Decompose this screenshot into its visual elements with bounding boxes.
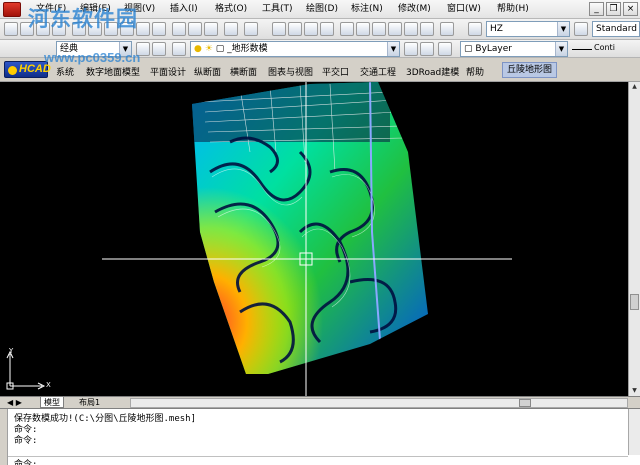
tab-nav-arrows[interactable]: ◀ ▶	[4, 397, 25, 408]
dim-style-value: Standard	[596, 24, 637, 34]
copy-clip-icon[interactable]	[188, 22, 202, 36]
layer-on-icon: ●	[194, 44, 202, 54]
pan-icon[interactable]	[272, 22, 286, 36]
vertical-scrollbar[interactable]: ▲ ▼	[628, 82, 640, 396]
menu-draw[interactable]: 绘图(D)	[306, 3, 338, 16]
calculator-icon[interactable]	[420, 22, 434, 36]
menu-tools[interactable]: 工具(T)	[262, 3, 293, 16]
drawing-tab-hilly-terrain[interactable]: 丘陵地形图	[502, 62, 558, 78]
layout-tabs: ◀ ▶ 模型 布局1	[0, 396, 640, 408]
redo-icon[interactable]	[244, 22, 258, 36]
linetype-value[interactable]: Conti	[594, 43, 615, 52]
close-icon[interactable]: ×	[623, 2, 638, 16]
hcad-menu-system[interactable]: 系统	[56, 65, 74, 78]
tool-palette-icon[interactable]	[372, 22, 386, 36]
scroll-up-icon[interactable]: ▲	[630, 82, 639, 92]
terrain-model-drawing	[6, 82, 512, 396]
command-window: 保存数模成功!(C:\分图\丘陵地形图.mesh] 命令: 命令: 命令:	[0, 408, 640, 465]
hcad-menu-intersection[interactable]: 平交口	[322, 65, 349, 78]
dim-style-combo[interactable]: Standard	[592, 21, 640, 37]
hcad-menu-3droad[interactable]: 3DRoad建模	[406, 65, 459, 78]
hcad-menu-dtm[interactable]: 数字地面模型	[86, 65, 140, 78]
color-swatch: ▢	[464, 44, 473, 54]
ucs-icon	[6, 350, 46, 390]
layer-freeze-icon: ☀	[204, 44, 213, 54]
make-current-icon[interactable]	[404, 42, 418, 56]
menu-window[interactable]: 窗口(W)	[447, 3, 481, 16]
hcad-menu-cross-section[interactable]: 横断面	[230, 65, 257, 78]
match-icon[interactable]	[172, 22, 186, 36]
command-scrollbar[interactable]	[628, 409, 640, 455]
command-grip[interactable]	[0, 409, 8, 465]
block-icon[interactable]	[136, 22, 150, 36]
properties-icon[interactable]	[340, 22, 354, 36]
color-value: ByLayer	[475, 44, 512, 54]
text-style-combo[interactable]: HZ ▼	[486, 21, 570, 37]
zoom-previous-icon[interactable]	[320, 22, 334, 36]
scroll-thumb[interactable]	[630, 294, 639, 310]
layer-states-icon[interactable]	[438, 42, 452, 56]
hcad-menu-help[interactable]: 帮助	[466, 65, 484, 78]
command-history-line: 命令:	[14, 436, 38, 446]
new-file-icon[interactable]	[4, 22, 18, 36]
tab-model[interactable]: 模型	[40, 397, 64, 408]
command-prompt: 命令:	[14, 460, 38, 465]
menu-help[interactable]: 帮助(H)	[497, 3, 529, 16]
restore-icon[interactable]: ❐	[606, 2, 621, 16]
tab-layout1[interactable]: 布局1	[76, 397, 103, 408]
dim-style-icon	[574, 22, 588, 36]
chevron-down-icon[interactable]: ▼	[557, 22, 569, 36]
text-style-value: HZ	[490, 24, 503, 34]
layer-manager-icon[interactable]	[172, 42, 186, 56]
hcad-menu-charts[interactable]: 图表与视图	[268, 65, 313, 78]
hcad-menu-plan[interactable]: 平面设计	[150, 65, 186, 78]
hatch-icon[interactable]	[152, 22, 166, 36]
layer-lock-icon: ▢	[215, 44, 225, 54]
command-history-line: 保存数模成功!(C:\分图\丘陵地形图.mesh]	[14, 414, 197, 424]
minimize-icon[interactable]: _	[589, 2, 604, 16]
layer-name: _地形数模	[227, 44, 268, 54]
layer-combo[interactable]: ● ☀ ▢ _地形数模 ▼	[190, 41, 400, 57]
hcad-logo: HCAD	[4, 61, 51, 78]
window-controls: _ ❐ ×	[589, 2, 638, 17]
ucs-x-label: X	[46, 381, 51, 389]
markup-icon[interactable]	[404, 22, 418, 36]
ucs-y-label: Y	[9, 347, 14, 355]
linetype-preview	[572, 49, 592, 50]
color-combo[interactable]: ▢ ByLayer ▼	[460, 41, 568, 57]
undo-icon[interactable]	[224, 22, 238, 36]
design-center-icon[interactable]	[356, 22, 370, 36]
globe-icon	[8, 66, 17, 75]
chevron-down-icon[interactable]: ▼	[387, 42, 399, 56]
h-scroll-thumb[interactable]	[519, 399, 531, 407]
paste-clip-icon[interactable]	[204, 22, 218, 36]
help-icon[interactable]	[440, 22, 454, 36]
command-input[interactable]: 命令:	[8, 456, 628, 465]
text-style-icon	[468, 22, 482, 36]
watermark: 河东软件园	[28, 8, 138, 31]
workspace-settings-icon[interactable]	[152, 42, 166, 56]
menu-dimension[interactable]: 标注(N)	[351, 3, 383, 16]
hcad-menu-profile[interactable]: 纵断面	[194, 65, 221, 78]
cad-window: 文件(F) 编辑(E) 视图(V) 插入(I) 格式(O) 工具(T) 绘图(D…	[0, 0, 640, 465]
scroll-down-icon[interactable]: ▼	[630, 386, 639, 396]
hcad-menu-traffic[interactable]: 交通工程	[360, 65, 396, 78]
menu-insert[interactable]: 插入(I)	[170, 3, 198, 16]
drawing-canvas[interactable]: Y X	[0, 82, 628, 396]
app-logo-icon[interactable]	[3, 2, 21, 17]
chevron-down-icon[interactable]: ▼	[555, 42, 567, 56]
zoom-window-icon[interactable]	[304, 22, 318, 36]
watermark-url: www.pc0359.cn	[44, 50, 141, 65]
menu-format[interactable]: 格式(O)	[215, 3, 247, 16]
zoom-realtime-icon[interactable]	[288, 22, 302, 36]
layer-previous-icon[interactable]	[420, 42, 434, 56]
menu-modify[interactable]: 修改(M)	[398, 3, 431, 16]
terrain-mesh	[192, 82, 428, 374]
sheet-set-icon[interactable]	[388, 22, 402, 36]
horizontal-scrollbar[interactable]	[130, 398, 628, 408]
